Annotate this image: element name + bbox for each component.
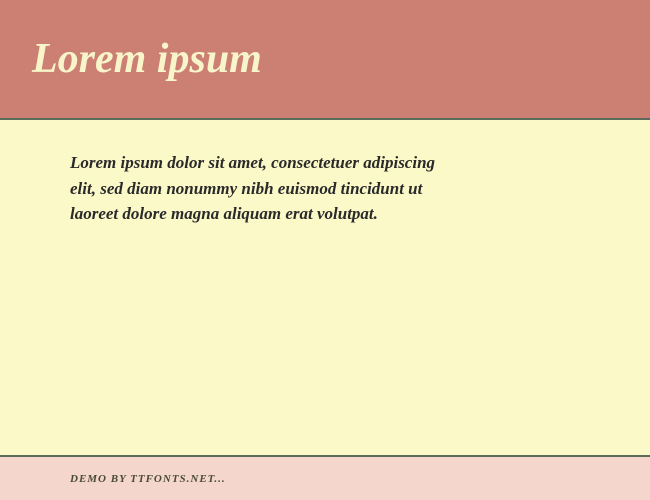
page-title: Lorem ipsum xyxy=(32,35,262,83)
content-area: Lorem ipsum dolor sit amet, consectetuer… xyxy=(0,120,650,455)
body-text: Lorem ipsum dolor sit amet, consectetuer… xyxy=(70,150,440,227)
header-banner: Lorem ipsum xyxy=(0,0,650,118)
footer-bar: DEMO BY TTFONTS.NET... xyxy=(0,457,650,500)
footer-text: DEMO BY TTFONTS.NET... xyxy=(70,473,226,485)
